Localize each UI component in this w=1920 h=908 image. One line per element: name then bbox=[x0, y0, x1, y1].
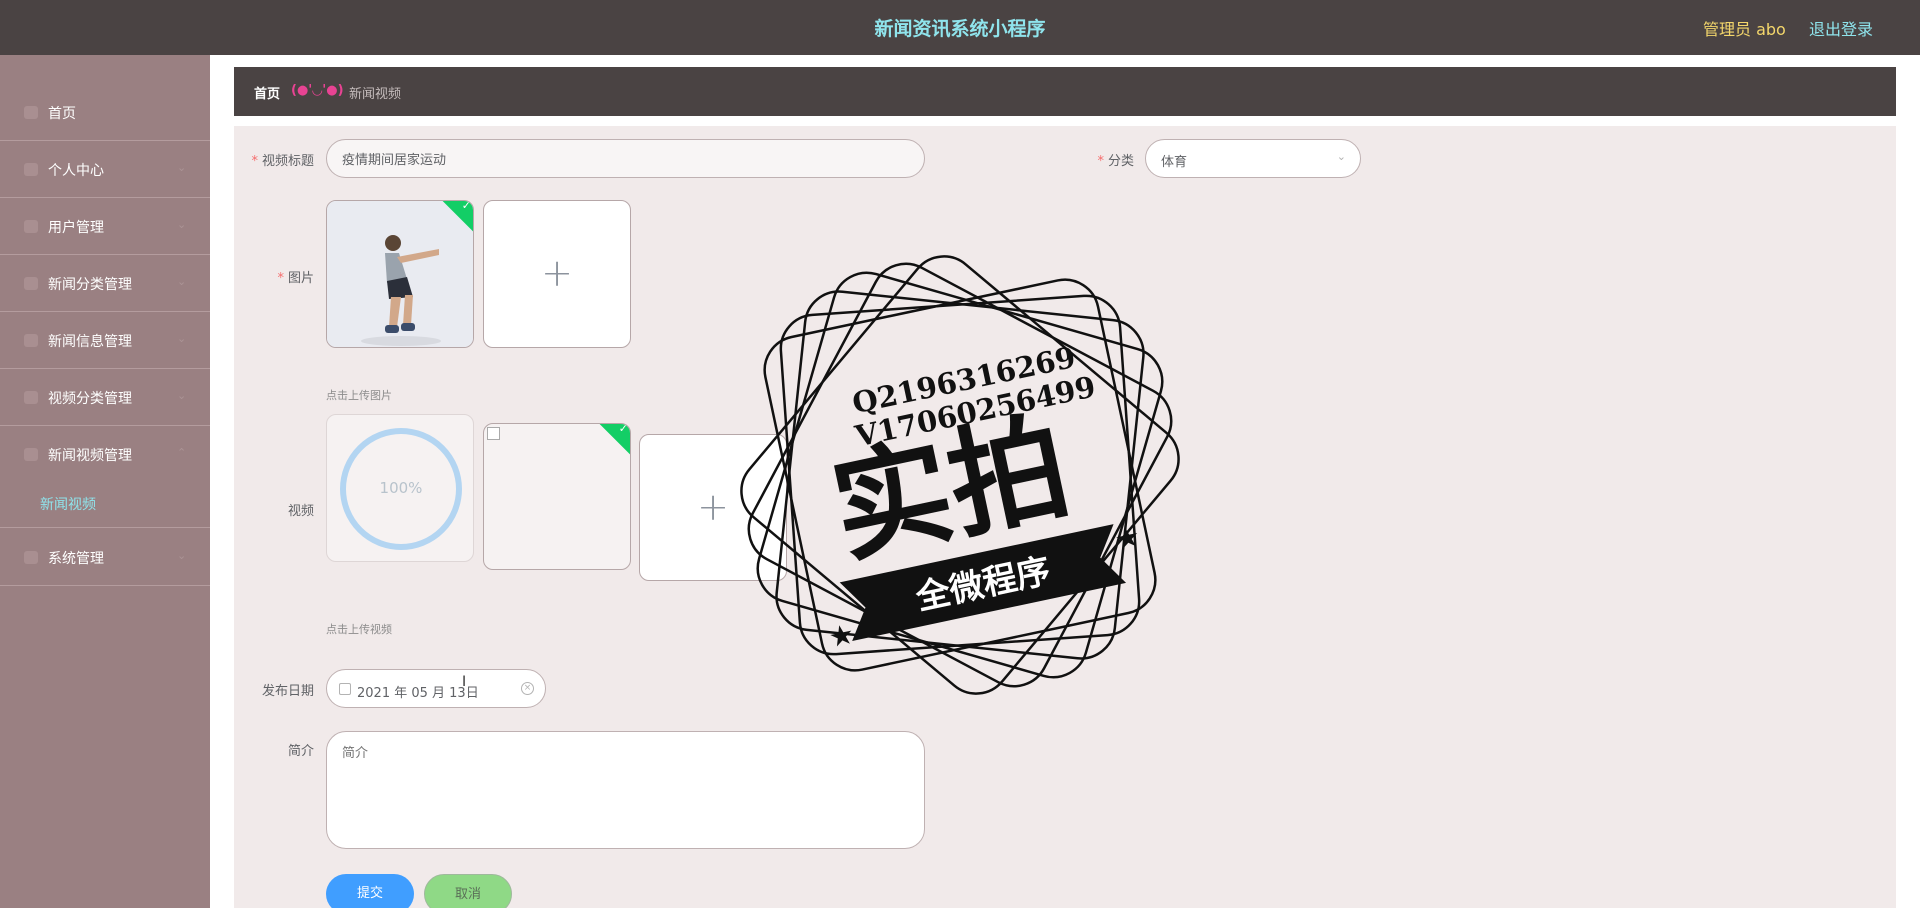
sidebar-item-video-category[interactable]: 视频分类管理 ⌄ bbox=[0, 369, 210, 426]
broken-image-icon bbox=[487, 427, 500, 440]
sidebar-item-label: 视频分类管理 bbox=[48, 391, 132, 407]
current-user-label: 管理员 abo bbox=[1703, 20, 1786, 39]
home-icon bbox=[24, 106, 38, 119]
settings-icon bbox=[24, 551, 38, 564]
check-icon: ✓ bbox=[618, 423, 628, 436]
star-icon: ★ bbox=[826, 617, 857, 654]
sidebar: 首页 个人中心 ⌄ 用户管理 ⌄ 新闻分类管理 ⌄ 新闻信息管理 ⌄ 视频分类管… bbox=[0, 55, 210, 908]
users-icon bbox=[24, 220, 38, 233]
progress-percent: 100% bbox=[379, 479, 423, 497]
sidebar-item-label: 用户管理 bbox=[48, 220, 104, 236]
clear-icon[interactable]: × bbox=[521, 682, 534, 695]
video-title-input[interactable] bbox=[326, 139, 925, 178]
video-icon bbox=[24, 448, 38, 461]
sidebar-item-news-video[interactable]: 新闻视频管理 ⌃ bbox=[0, 426, 210, 483]
publish-date-label: 发布日期 bbox=[261, 684, 314, 699]
sidebar-item-user-management[interactable]: 用户管理 ⌄ bbox=[0, 198, 210, 255]
watermark-stamp: Q2196316269 V17060256499 实拍 全微程序 ★ ★ bbox=[740, 255, 1180, 695]
breadcrumb: 首页 (●'◡'●) 新闻视频 bbox=[234, 67, 1896, 116]
sidebar-item-label: 个人中心 bbox=[48, 163, 104, 179]
video-upload-hint: 点击上传视频 bbox=[326, 623, 392, 636]
logout-link[interactable]: 退出登录 bbox=[1809, 16, 1873, 40]
video-upload-progress: 100% bbox=[326, 414, 474, 562]
star-icon: ★ bbox=[1112, 519, 1143, 556]
publish-date-value: 2021 年 05 月 13日 bbox=[357, 686, 479, 701]
chevron-down-icon: ⌄ bbox=[177, 161, 187, 174]
chevron-down-icon: ⌄ bbox=[1336, 150, 1346, 163]
sidebar-item-news-info[interactable]: 新闻信息管理 ⌄ bbox=[0, 312, 210, 369]
image-label: * 图片 bbox=[277, 271, 314, 286]
sidebar-item-home[interactable]: 首页 bbox=[0, 84, 210, 141]
image-upload-button[interactable]: + bbox=[483, 200, 631, 348]
chevron-down-icon: ⌄ bbox=[177, 218, 187, 231]
chart-icon bbox=[24, 391, 38, 404]
category-select[interactable]: 体育 ⌄ bbox=[1145, 139, 1361, 178]
sidebar-subitem-news-video[interactable]: 新闻视频 bbox=[0, 478, 210, 528]
publish-date-picker[interactable]: 2021 年 05 月 13日 × bbox=[326, 669, 546, 708]
image-upload-hint: 点击上传图片 bbox=[326, 389, 392, 402]
sidebar-item-label: 系统管理 bbox=[48, 551, 104, 567]
news-icon bbox=[24, 334, 38, 347]
category-label: * 分类 bbox=[1097, 154, 1134, 169]
exercise-photo bbox=[327, 201, 473, 347]
chevron-down-icon: ⌄ bbox=[177, 389, 187, 402]
upload-success-badge: ✓ bbox=[598, 423, 630, 456]
sidebar-item-label: 首页 bbox=[48, 106, 76, 122]
user-icon bbox=[24, 163, 38, 176]
app-title: 新闻资讯系统小程序 bbox=[874, 18, 1046, 40]
cancel-button[interactable]: 取消 bbox=[424, 874, 512, 908]
video-label: 视频 bbox=[287, 504, 314, 519]
submit-button[interactable]: 提交 bbox=[326, 874, 414, 908]
chevron-up-icon: ⌃ bbox=[177, 446, 187, 459]
uploaded-video-thumbnail[interactable]: ✓ bbox=[483, 423, 631, 570]
sidebar-item-personal-center[interactable]: 个人中心 ⌄ bbox=[0, 141, 210, 198]
sidebar-item-label: 新闻分类管理 bbox=[48, 277, 132, 293]
sidebar-item-system[interactable]: 系统管理 ⌄ bbox=[0, 529, 210, 586]
video-title-label: * 视频标题 bbox=[251, 154, 314, 169]
sidebar-item-label: 新闻信息管理 bbox=[48, 334, 132, 350]
top-header: 新闻资讯系统小程序 管理员 abo 退出登录 bbox=[0, 0, 1920, 55]
category-select-value: 体育 bbox=[1161, 155, 1188, 170]
breadcrumb-current: 新闻视频 bbox=[349, 87, 402, 102]
breadcrumb-separator: (●'◡'●) bbox=[291, 83, 344, 98]
chevron-down-icon: ⌄ bbox=[177, 332, 187, 345]
chevron-down-icon: ⌄ bbox=[177, 275, 187, 288]
calendar-icon bbox=[339, 683, 351, 695]
breadcrumb-home[interactable]: 首页 bbox=[254, 83, 280, 102]
uploaded-image-thumbnail[interactable]: ✓ bbox=[326, 200, 474, 348]
sidebar-item-label: 新闻视频管理 bbox=[48, 448, 132, 464]
text-cursor-icon: I bbox=[462, 674, 467, 690]
chevron-down-icon: ⌄ bbox=[177, 549, 187, 562]
sidebar-subitem-label: 新闻视频 bbox=[40, 497, 96, 513]
sidebar-item-news-category[interactable]: 新闻分类管理 ⌄ bbox=[0, 255, 210, 312]
intro-textarea[interactable] bbox=[326, 731, 925, 849]
intro-label: 简介 bbox=[287, 744, 314, 759]
category-icon bbox=[24, 277, 38, 290]
plus-icon: + bbox=[541, 251, 573, 295]
check-icon: ✓ bbox=[461, 200, 471, 213]
